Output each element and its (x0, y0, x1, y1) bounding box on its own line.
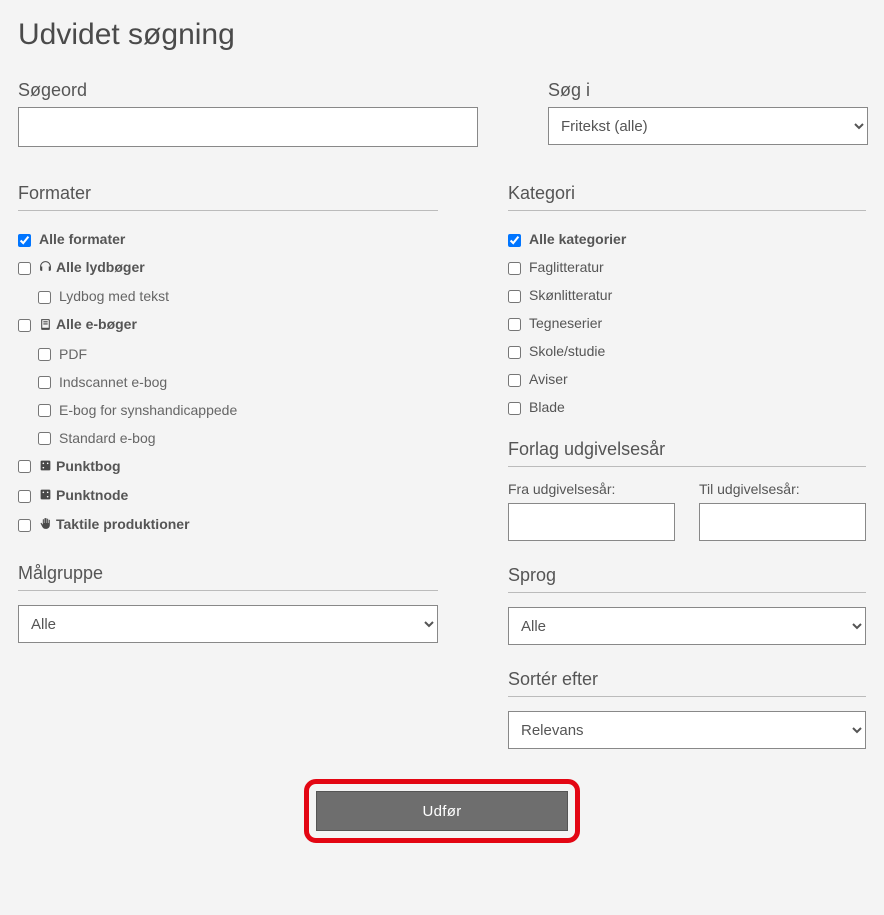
format-item: E-bog for synshandicappede (18, 396, 438, 424)
pubyear-to-label: Til udgivelsesår: (699, 481, 866, 497)
format-item-label: Alle formater (39, 231, 125, 247)
category-item: Alle kategorier (508, 225, 866, 253)
format-checkbox[interactable] (18, 460, 31, 473)
format-item: Alle lydbøger (18, 253, 438, 282)
category-item: Tegneserier (508, 309, 866, 337)
category-list: Alle kategorier Faglitteratur Skønlitterat… (508, 225, 866, 421)
category-item: Skønlitteratur (508, 281, 866, 309)
format-item: Taktile produktioner (18, 510, 438, 539)
format-item-label: Taktile produktioner (56, 516, 190, 532)
format-item-label: Standard e-bog (59, 430, 156, 446)
submit-highlight-border: Udfør (304, 779, 580, 843)
search-in-select[interactable]: Fritekst (alle) (548, 107, 868, 145)
submit-button[interactable]: Udfør (316, 791, 568, 831)
category-checkbox[interactable] (508, 374, 521, 387)
format-checkbox[interactable] (38, 432, 51, 445)
book-icon (39, 318, 52, 334)
format-checkbox[interactable] (18, 519, 31, 532)
page-title: Udvidet søgning (18, 18, 866, 52)
category-item: Blade (508, 393, 866, 421)
pubyear-from-input[interactable] (508, 503, 675, 541)
search-in-label: Søg i (548, 80, 868, 101)
format-item: Punktbog (18, 452, 438, 481)
format-item-label: Punktbog (56, 458, 121, 474)
category-item-label: Blade (529, 399, 565, 415)
language-heading: Sprog (508, 565, 866, 593)
format-checkbox[interactable] (18, 490, 31, 503)
format-checkbox[interactable] (38, 348, 51, 361)
category-checkbox[interactable] (508, 402, 521, 415)
sort-heading: Sortér efter (508, 669, 866, 697)
format-checkbox[interactable] (18, 262, 31, 275)
format-item-label: Alle lydbøger (56, 259, 145, 275)
search-keyword-label: Søgeord (18, 80, 478, 101)
braille-icon (39, 459, 52, 475)
category-item-label: Faglitteratur (529, 259, 604, 275)
format-item-label: Alle e-bøger (56, 316, 137, 332)
search-keyword-input[interactable] (18, 107, 478, 147)
audience-heading: Målgruppe (18, 563, 438, 591)
format-checkbox[interactable] (38, 291, 51, 304)
headphones-icon (39, 260, 52, 276)
formats-heading: Formater (18, 183, 438, 211)
format-item-label: PDF (59, 346, 87, 362)
format-checkbox[interactable] (38, 404, 51, 417)
format-checkbox[interactable] (38, 376, 51, 389)
format-item-label: Indscannet e-bog (59, 374, 167, 390)
format-item-label: E-bog for synshandicappede (59, 402, 237, 418)
category-item-label: Skole/studie (529, 343, 605, 359)
category-checkbox[interactable] (508, 234, 521, 247)
category-item-label: Alle kategorier (529, 231, 626, 247)
category-checkbox[interactable] (508, 318, 521, 331)
format-item: Lydbog med tekst (18, 282, 438, 310)
category-item: Faglitteratur (508, 253, 866, 281)
format-item: Alle e-bøger (18, 310, 438, 339)
format-item: Standard e-bog (18, 424, 438, 452)
sort-select[interactable]: Relevans (508, 711, 866, 749)
formats-list: Alle formater Alle lydbøger Lydbog med tek… (18, 225, 438, 539)
format-checkbox[interactable] (18, 319, 31, 332)
format-item-label: Punktnode (56, 487, 128, 503)
format-item-label: Lydbog med tekst (59, 288, 169, 304)
pubyear-to-input[interactable] (699, 503, 866, 541)
format-item: Indscannet e-bog (18, 368, 438, 396)
language-select[interactable]: Alle (508, 607, 866, 645)
format-checkbox[interactable] (18, 234, 31, 247)
publisher-year-heading: Forlag udgivelsesår (508, 439, 866, 467)
category-checkbox[interactable] (508, 346, 521, 359)
pubyear-from-label: Fra udgivelsesår: (508, 481, 675, 497)
category-item-label: Skønlitteratur (529, 287, 612, 303)
category-item-label: Aviser (529, 371, 568, 387)
category-checkbox[interactable] (508, 290, 521, 303)
category-item: Aviser (508, 365, 866, 393)
category-item: Skole/studie (508, 337, 866, 365)
format-item: Alle formater (18, 225, 438, 253)
format-item: Punktnode (18, 481, 438, 510)
category-heading: Kategori (508, 183, 866, 211)
hand-icon (39, 517, 52, 533)
audience-select[interactable]: Alle (18, 605, 438, 643)
braille-note-icon (39, 488, 52, 504)
format-item: PDF (18, 340, 438, 368)
category-checkbox[interactable] (508, 262, 521, 275)
category-item-label: Tegneserier (529, 315, 602, 331)
